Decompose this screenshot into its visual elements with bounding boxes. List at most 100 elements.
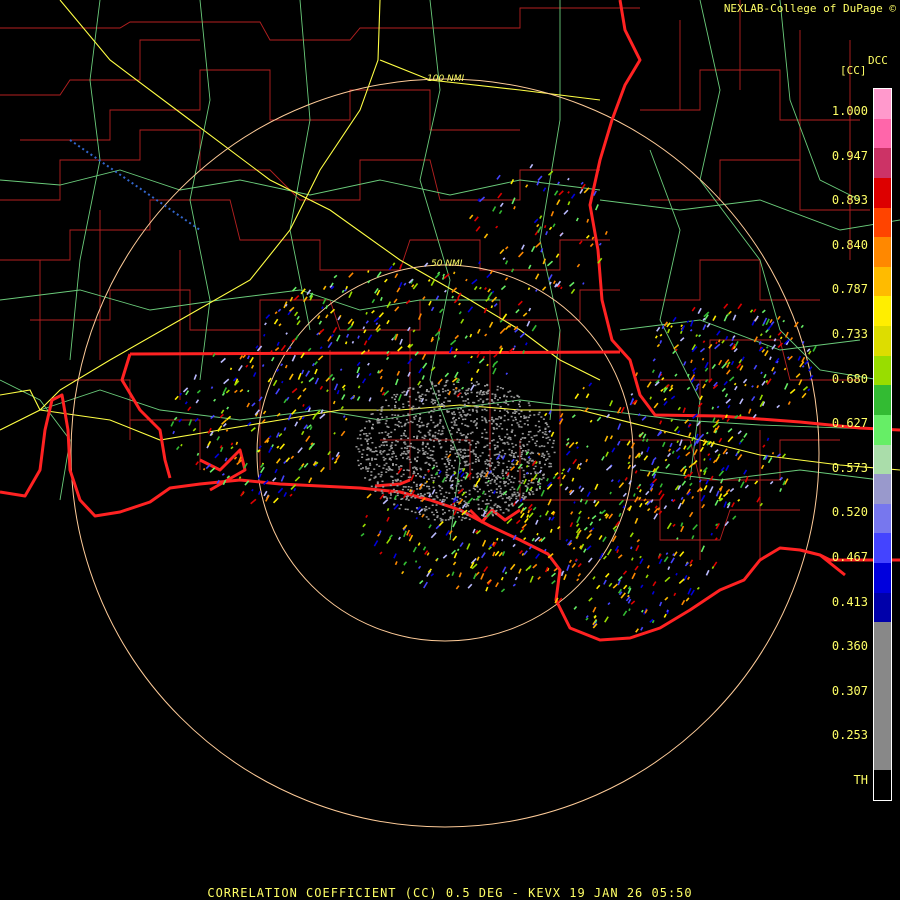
clutter-pixel (472, 487, 475, 490)
clutter-pixel (466, 514, 469, 516)
clutter-pixel (387, 466, 390, 468)
clutter-pixel (481, 471, 484, 474)
legend-tick-label: 0.893 (831, 193, 868, 208)
clutter-pixel (391, 469, 394, 471)
clutter-pixel (452, 467, 455, 469)
clutter-pixel (483, 417, 486, 419)
clutter-pixel (475, 409, 478, 412)
clutter-pixel (535, 444, 538, 447)
clutter-pixel (380, 471, 383, 474)
clutter-pixel (527, 424, 529, 426)
clutter-pixel (384, 422, 387, 425)
clutter-pixel (511, 486, 514, 489)
clutter-pixel (410, 406, 413, 409)
clutter-pixel (402, 457, 404, 459)
clutter-pixel (390, 494, 392, 496)
clutter-pixel (462, 455, 465, 457)
clutter-pixel (516, 470, 519, 472)
clutter-pixel (444, 519, 447, 521)
clutter-pixel (502, 387, 504, 390)
clutter-pixel (370, 437, 372, 439)
clutter-pixel (373, 477, 376, 479)
clutter-pixel (380, 410, 383, 412)
clutter-pixel (359, 434, 362, 436)
clutter-pixel (481, 500, 484, 502)
clutter-pixel (387, 426, 390, 428)
clutter-pixel (503, 401, 506, 404)
clutter-pixel (411, 421, 414, 424)
clutter-pixel (511, 463, 514, 465)
clutter-pixel (508, 454, 511, 456)
clutter-pixel (524, 450, 527, 452)
clutter-pixel (471, 468, 474, 471)
clutter-pixel (494, 447, 497, 449)
clutter-pixel (495, 476, 498, 478)
clutter-pixel (383, 450, 386, 452)
clutter-pixel (523, 497, 526, 499)
clutter-pixel (470, 391, 473, 394)
clutter-pixel (375, 463, 378, 466)
clutter-pixel (513, 491, 516, 494)
clutter-pixel (494, 397, 496, 399)
clutter-pixel (546, 442, 549, 444)
clutter-pixel (387, 432, 390, 435)
clutter-pixel (373, 468, 376, 470)
clutter-pixel (483, 475, 486, 478)
clutter-pixel (508, 479, 511, 481)
clutter-pixel (460, 479, 463, 482)
clutter-pixel (543, 445, 546, 448)
clutter-pixel (489, 499, 492, 502)
clutter-pixel (360, 468, 363, 470)
clutter-pixel (495, 513, 498, 515)
clutter-pixel (391, 476, 394, 478)
clutter-pixel (403, 441, 406, 444)
clutter-pixel (459, 485, 462, 487)
clutter-pixel (391, 414, 394, 416)
clutter-pixel (494, 466, 497, 469)
clutter-pixel (400, 447, 403, 450)
clutter-pixel (418, 426, 421, 428)
clutter-pixel (537, 420, 540, 423)
clutter-pixel (392, 452, 395, 455)
clutter-pixel (424, 394, 427, 396)
clutter-pixel (414, 458, 417, 461)
clutter-pixel (453, 413, 456, 416)
clutter-pixel (550, 465, 553, 468)
clutter-pixel (474, 406, 477, 408)
clutter-pixel (487, 402, 490, 405)
clutter-pixel (481, 452, 484, 454)
clutter-pixel (443, 401, 446, 403)
clutter-pixel (527, 483, 530, 485)
clutter-pixel (453, 393, 456, 395)
clutter-pixel (362, 449, 365, 451)
clutter-pixel (454, 391, 457, 393)
clutter-pixel (425, 506, 428, 508)
clutter-pixel (380, 408, 383, 411)
clutter-pixel (510, 431, 513, 433)
clutter-pixel (484, 493, 487, 495)
clutter-pixel (484, 420, 487, 422)
clutter-pixel (422, 424, 425, 427)
clutter-pixel (514, 444, 517, 446)
clutter-pixel (380, 444, 383, 446)
clutter-pixel (484, 418, 487, 421)
clutter-pixel (396, 478, 399, 481)
clutter-pixel (428, 411, 431, 414)
clutter-pixel (439, 419, 442, 421)
clutter-pixel (407, 486, 410, 488)
legend-swatch (874, 414, 891, 445)
clutter-pixel (503, 395, 506, 398)
clutter-pixel (409, 461, 412, 463)
clutter-pixel (471, 462, 474, 464)
clutter-pixel (488, 463, 490, 465)
clutter-pixel (480, 390, 482, 392)
clutter-pixel (365, 458, 368, 461)
clutter-pixel (459, 448, 462, 451)
clutter-pixel (407, 476, 410, 479)
clutter-pixel (475, 381, 478, 383)
clutter-pixel (476, 411, 479, 413)
clutter-pixel (382, 456, 385, 459)
clutter-pixel (424, 474, 427, 476)
clutter-pixel (481, 416, 484, 418)
clutter-pixel (481, 432, 484, 435)
